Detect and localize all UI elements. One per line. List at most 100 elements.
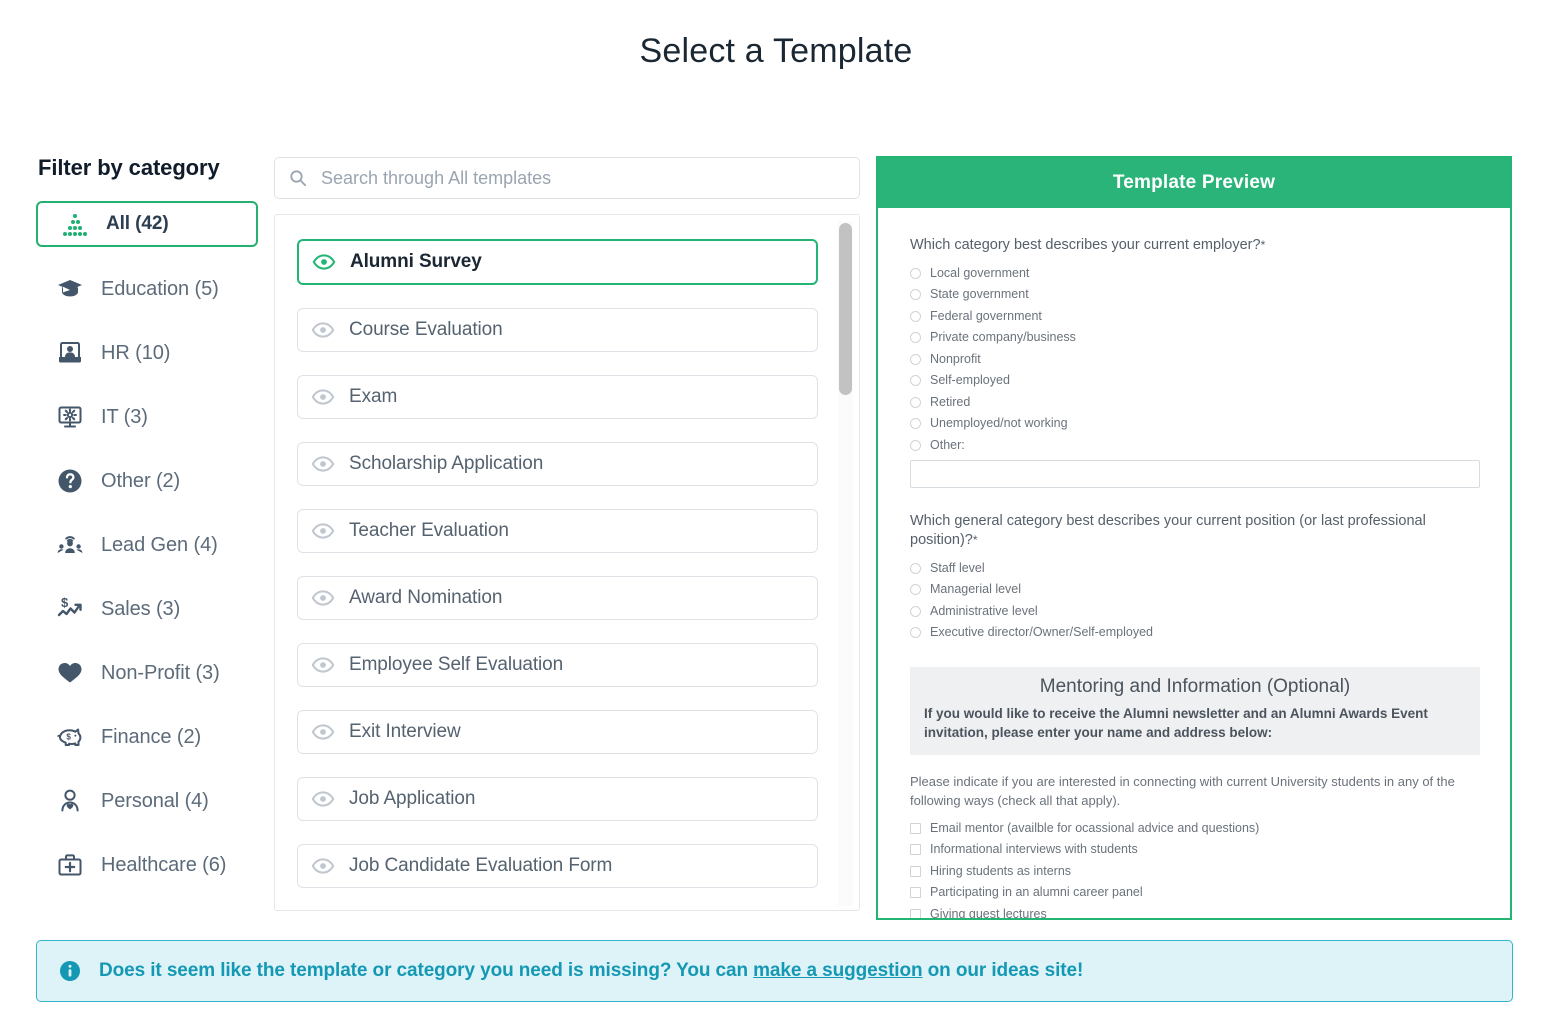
- template-item[interactable]: Alumni Survey: [297, 239, 818, 285]
- search-icon: [289, 169, 307, 187]
- radio-button[interactable]: [910, 418, 921, 430]
- eye-preview-icon[interactable]: [311, 385, 337, 409]
- eye-preview-icon[interactable]: [311, 653, 337, 677]
- dots-triangle-icon: [60, 209, 90, 239]
- preview-q2-option-label: Administrative level: [930, 603, 1038, 618]
- suggestion-banner-text: Does it seem like the template or catego…: [99, 960, 1083, 982]
- suggestion-info-banner: Does it seem like the template or catego…: [36, 940, 1513, 1002]
- preview-q1-option-row[interactable]: Federal government: [910, 309, 1480, 324]
- preview-q1-option-row[interactable]: Unemployed/not working: [910, 416, 1480, 431]
- preview-q3-option-row[interactable]: Participating in an alumni career panel: [910, 885, 1480, 900]
- eye-preview-icon[interactable]: [311, 720, 337, 744]
- radio-button[interactable]: [910, 353, 921, 365]
- sidebar-item-all[interactable]: All (42): [36, 201, 258, 247]
- eye-preview-icon[interactable]: [311, 586, 337, 610]
- template-item[interactable]: Award Nomination: [297, 576, 818, 620]
- heart-icon: [55, 658, 85, 688]
- sidebar-item-label: Other (2): [101, 469, 181, 492]
- sidebar-item-lead-gen[interactable]: Lead Gen (4): [36, 523, 258, 567]
- eye-preview-icon[interactable]: [311, 787, 337, 811]
- template-list-scrollbar-thumb[interactable]: [839, 223, 852, 395]
- preview-q1-option-label: Self-employed: [930, 373, 1010, 388]
- radio-button[interactable]: [910, 396, 921, 408]
- preview-q3-option-row[interactable]: Email mentor (availble for ocassional ad…: [910, 821, 1480, 836]
- preview-other-text-input[interactable]: [910, 459, 1480, 488]
- template-item[interactable]: Job Candidate Evaluation Form: [297, 844, 818, 888]
- radio-button[interactable]: [910, 267, 921, 279]
- sidebar-item-hr[interactable]: HR (10): [36, 331, 258, 375]
- template-item[interactable]: Employee Self Evaluation: [297, 643, 818, 687]
- sidebar-item-healthcare[interactable]: Healthcare (6): [36, 843, 258, 887]
- preview-q3-option-row[interactable]: Giving guest lectures: [910, 907, 1480, 918]
- person-heart-icon: [55, 786, 85, 816]
- radio-button[interactable]: [910, 627, 921, 639]
- preview-q1-option-label: Federal government: [930, 308, 1042, 323]
- eye-preview-icon[interactable]: [311, 318, 337, 342]
- sidebar-item-other[interactable]: Other (2): [36, 459, 258, 503]
- preview-q1-option-row[interactable]: Local government: [910, 266, 1480, 281]
- checkbox-input[interactable]: [910, 908, 921, 918]
- sidebar-item-label: HR (10): [101, 341, 171, 364]
- sidebar-item-label: Lead Gen (4): [101, 533, 218, 556]
- preview-q2-option-row[interactable]: Managerial level: [910, 582, 1480, 597]
- radio-button[interactable]: [910, 584, 921, 596]
- preview-q2-option-row[interactable]: Administrative level: [910, 604, 1480, 619]
- sidebar-item-finance[interactable]: $ Finance (2): [36, 715, 258, 759]
- preview-q1-option-row[interactable]: Retired: [910, 395, 1480, 410]
- category-list: All (42) Education (5) HR (10) IT (3) Other …: [36, 201, 258, 887]
- template-item[interactable]: Scholarship Application: [297, 442, 818, 486]
- preview-question-1-required: *: [1260, 238, 1266, 252]
- preview-q3-option-row[interactable]: Informational interviews with students: [910, 842, 1480, 857]
- eye-preview-icon[interactable]: [311, 452, 337, 476]
- eye-preview-icon[interactable]: [311, 854, 337, 878]
- template-item-label: Course Evaluation: [349, 319, 503, 340]
- radio-button[interactable]: [910, 310, 921, 322]
- preview-mentoring-title: Mentoring and Information (Optional): [1039, 675, 1351, 697]
- preview-q1-option-row[interactable]: Self-employed: [910, 373, 1480, 388]
- search-box[interactable]: [274, 157, 860, 199]
- radio-button[interactable]: [910, 332, 921, 344]
- radio-button[interactable]: [910, 562, 921, 574]
- template-item[interactable]: Job Application: [297, 777, 818, 821]
- preview-mentoring-subtitle: If you would like to receive the Alumni …: [924, 705, 1428, 741]
- checkbox-input[interactable]: [910, 887, 921, 898]
- radio-button[interactable]: [910, 439, 921, 451]
- template-item[interactable]: Exit Interview: [297, 710, 818, 754]
- preview-q1-option-label: State government: [930, 287, 1029, 302]
- sidebar-item-label: All (42): [106, 213, 169, 234]
- preview-q3-option-row[interactable]: Hiring students as interns: [910, 864, 1480, 879]
- search-input[interactable]: [319, 166, 845, 190]
- preview-q1-option-label: Nonprofit: [930, 351, 981, 366]
- template-item[interactable]: Course Evaluation: [297, 308, 818, 352]
- preview-q3-option-label: Hiring students as interns: [930, 863, 1072, 878]
- template-item[interactable]: Exam: [297, 375, 818, 419]
- sidebar-item-education[interactable]: Education (5): [36, 267, 258, 311]
- eye-preview-icon[interactable]: [311, 519, 337, 543]
- checkbox-input[interactable]: [910, 865, 921, 877]
- radio-button[interactable]: [910, 605, 921, 617]
- preview-question-3-options: Email mentor (availble for ocassional ad…: [910, 821, 1480, 918]
- preview-q1-option-row[interactable]: Other:: [910, 438, 1480, 453]
- radio-button[interactable]: [910, 289, 921, 301]
- preview-q1-option-row[interactable]: Private company/business: [910, 330, 1480, 345]
- category-filter-sidebar: Filter by category All (42) Education (5)…: [36, 155, 258, 907]
- template-item-label: Employee Self Evaluation: [349, 654, 564, 675]
- preview-q2-option-row[interactable]: Executive director/Owner/Self-employed: [910, 625, 1480, 640]
- preview-q2-option-row[interactable]: Staff level: [910, 561, 1480, 576]
- preview-q1-option-row[interactable]: Nonprofit: [910, 352, 1480, 367]
- sidebar-item-non-profit[interactable]: Non-Profit (3): [36, 651, 258, 695]
- preview-q1-option-row[interactable]: State government: [910, 287, 1480, 302]
- template-item[interactable]: Teacher Evaluation: [297, 509, 818, 553]
- radio-button[interactable]: [910, 375, 921, 387]
- preview-q1-option-label: Unemployed/not working: [930, 416, 1068, 431]
- preview-question-1-options: Local government State government Federal …: [910, 266, 1480, 453]
- eye-preview-icon[interactable]: [312, 250, 338, 274]
- checkbox-input[interactable]: [910, 822, 921, 834]
- make-a-suggestion-link[interactable]: make a suggestion: [753, 960, 922, 981]
- sidebar-item-it[interactable]: IT (3): [36, 395, 258, 439]
- checkbox-input[interactable]: [910, 844, 921, 855]
- sidebar-item-personal[interactable]: Personal (4): [36, 779, 258, 823]
- sidebar-item-sales[interactable]: $ Sales (3): [36, 587, 258, 631]
- medical-kit-icon: [55, 850, 85, 880]
- sidebar-heading: Filter by category: [38, 155, 220, 180]
